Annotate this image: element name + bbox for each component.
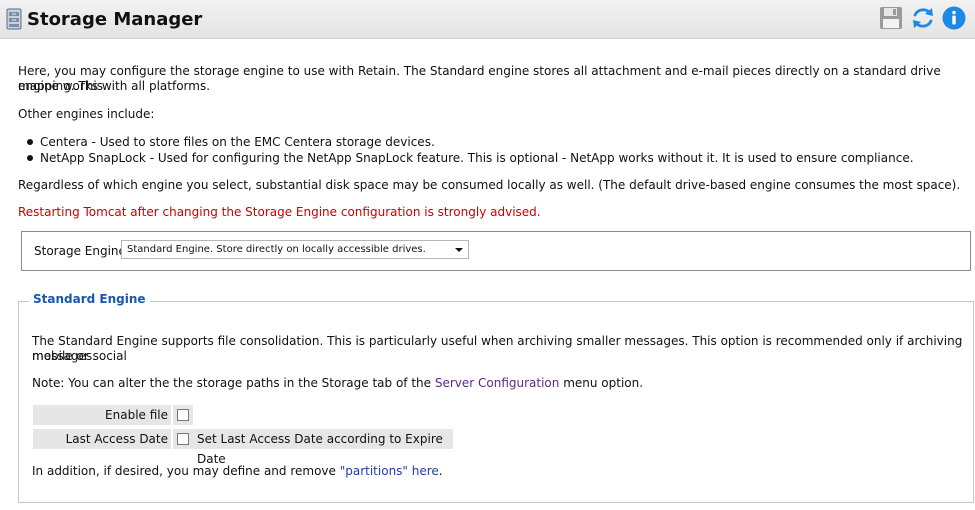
storage-engine-select[interactable]: Standard Engine. Store directly on local… xyxy=(121,240,469,259)
storage-engine-panel: Storage Engine Standard Engine. Store di… xyxy=(21,231,971,271)
save-icon[interactable] xyxy=(879,6,903,30)
chevron-down-icon xyxy=(455,248,463,252)
consolidation-checkbox[interactable] xyxy=(177,409,189,421)
partitions-note: In addition, if desired, you may define … xyxy=(32,464,443,478)
intro-paragraph-line2: engine works with all platforms. xyxy=(18,79,211,93)
disk-space-note: Regardless of which engine you select, s… xyxy=(18,178,961,192)
consolidation-row: Enable file consolidation? xyxy=(33,405,195,442)
bullet-icon xyxy=(27,155,33,161)
standard-engine-legend: Standard Engine xyxy=(29,292,150,306)
engines-list: Centera - Used to store files on the EMC… xyxy=(0,134,914,166)
server-cabinet-icon xyxy=(6,8,22,30)
info-icon[interactable] xyxy=(942,6,966,30)
other-engines-heading: Other engines include: xyxy=(18,107,155,121)
partitions-link[interactable]: "partitions" here xyxy=(340,464,439,478)
storage-path-note: Note: You can alter the the storage path… xyxy=(32,376,644,390)
standard-engine-description-line2: messages. xyxy=(32,349,96,363)
list-item: Centera - Used to store files on the EMC… xyxy=(0,134,914,150)
tomcat-warning: Restarting Tomcat after changing the Sto… xyxy=(18,205,541,219)
storage-engine-label: Storage Engine xyxy=(34,244,126,258)
last-access-description: Set Last Access Date according to Expire… xyxy=(197,432,443,466)
page-title: Storage Manager xyxy=(27,9,203,30)
standard-engine-description-line1: The Standard Engine supports file consol… xyxy=(32,334,963,363)
bullet-icon xyxy=(27,139,33,145)
last-access-checkbox[interactable] xyxy=(177,433,189,445)
header-bar: Storage Manager xyxy=(0,0,975,39)
list-item: NetApp SnapLock - Used for configuring t… xyxy=(0,150,914,166)
last-access-label: Last Access Date xyxy=(33,429,171,449)
storage-engine-selected-value: Standard Engine. Store directly on local… xyxy=(127,244,426,255)
consolidation-label: Enable file consolidation? xyxy=(33,405,171,442)
refresh-icon[interactable] xyxy=(911,6,935,30)
server-configuration-link[interactable]: Server Configuration xyxy=(435,376,560,390)
last-access-row: Last Access Date Set Last Access Date ac… xyxy=(33,429,453,466)
